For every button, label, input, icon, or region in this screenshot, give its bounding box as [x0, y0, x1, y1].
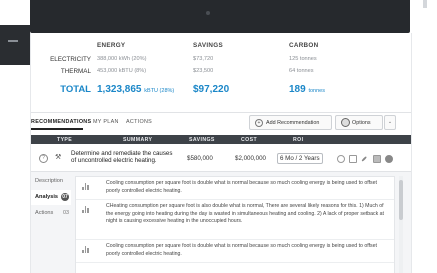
scrollbar-thumb[interactable] — [399, 180, 403, 220]
summary-divider — [31, 112, 411, 113]
delete-icon[interactable] — [385, 155, 393, 163]
total-carbon: 189 tonnes — [289, 84, 325, 95]
electricity-label: ELECTRICITY — [50, 56, 91, 63]
sidebar-item-label: Actions — [35, 210, 54, 216]
sidebar-item-analysis[interactable]: Analysis 07 — [31, 190, 71, 205]
energy-summary: ENERGY SAVINGS CARBON ELECTRICITY 388,00… — [31, 33, 411, 110]
analysis-text: CHeating consumption per square foot is … — [106, 203, 384, 225]
chevron-down-icon: ⌄ — [387, 119, 393, 125]
col-summary: SUMMARY — [123, 137, 153, 143]
list-item: CHeating consumption per square foot is … — [76, 200, 394, 240]
analysis-text: Cooling consumption per square foot is d… — [106, 243, 377, 257]
options-dropdown-button[interactable]: ⌄ — [384, 115, 396, 130]
tab-my-plan[interactable]: MY PLAN — [93, 119, 119, 125]
thermal-carbon: 64 tonnes — [289, 68, 314, 74]
row-summary: Determine and remediate the causes of un… — [71, 150, 173, 165]
app-screen: ENERGY SAVINGS CARBON ELECTRICITY 388,00… — [30, 33, 412, 273]
tab-recommendations[interactable]: RECOMMENDATIONS — [31, 119, 91, 125]
plus-icon: + — [255, 119, 263, 127]
wrench-icon: ⚒ — [55, 154, 62, 161]
sidebar-item-actions[interactable]: Actions 03 — [31, 206, 71, 221]
add-to-plan-icon[interactable] — [337, 155, 345, 163]
row-savings: $580,000 — [187, 155, 213, 162]
total-label: TOTAL — [60, 84, 91, 95]
device-bezel — [30, 0, 410, 33]
analysis-count-badge: 07 — [61, 193, 69, 201]
side-panel-edge — [0, 25, 30, 65]
recommendation-detail: Description Analysis 07 Actions 03 Cooli… — [31, 172, 411, 273]
camera-dot — [206, 11, 210, 15]
sidebar-item-label: Analysis — [35, 194, 59, 200]
row-roi: 6 Mo / 2 Years — [277, 153, 323, 164]
electricity-carbon: 125 tonnes — [289, 56, 317, 62]
sidebar-item-description[interactable]: Description — [31, 174, 71, 189]
detail-sidebar: Description Analysis 07 Actions 03 — [31, 172, 71, 273]
add-recommendation-button[interactable]: + Add Recommendation — [249, 115, 332, 130]
electricity-savings: $73,720 — [193, 56, 214, 62]
chart-icon — [82, 246, 89, 253]
chart-icon — [82, 183, 89, 190]
total-carbon-value: 189 — [289, 84, 306, 95]
actions-count-badge: 03 — [63, 210, 69, 216]
copy-icon[interactable] — [349, 155, 357, 163]
edge-fragment — [423, 0, 427, 8]
col-savings: SAVINGS — [189, 137, 215, 143]
chart-icon — [82, 206, 89, 213]
tab-bar: RECOMMENDATIONS MY PLAN ACTIONS + Add Re… — [31, 115, 411, 130]
side-panel-mark — [8, 40, 18, 42]
col-roi: ROI — [293, 137, 304, 143]
electricity-energy: 388,000 kWh (20%) — [97, 56, 147, 62]
table-row[interactable]: ? ⚒ Determine and remediate the causes o… — [31, 146, 411, 172]
thermal-label: THERMAL — [60, 68, 91, 75]
table-header: TYPE SUMMARY SAVINGS COST ROI — [31, 135, 411, 144]
add-recommendation-label: Add Recommendation — [266, 120, 320, 126]
list-item: Cooling consumption per square foot is d… — [76, 177, 394, 200]
col-cost: COST — [241, 137, 258, 143]
total-energy-value: 1,323,865 — [97, 84, 142, 95]
edit-icon[interactable] — [361, 156, 367, 162]
options-button[interactable]: Options — [335, 115, 383, 130]
list-item: Cooling consumption per square foot is d… — [76, 240, 394, 263]
sidebar-item-label: Description — [35, 178, 63, 184]
energy-header: ENERGY — [97, 42, 126, 49]
gear-icon — [341, 118, 350, 127]
total-energy-unit: kBTU (28%) — [144, 88, 175, 94]
total-energy: 1,323,865 kBTU (28%) — [97, 84, 174, 95]
options-label: Options — [352, 120, 371, 126]
row-cost: $2,000,000 — [235, 155, 266, 162]
total-savings: $97,220 — [193, 84, 230, 95]
carbon-header: CARBON — [289, 42, 319, 49]
tab-actions[interactable]: ACTIONS — [126, 119, 152, 125]
analysis-panel: Cooling consumption per square foot is d… — [75, 176, 395, 273]
panel-scrollbar[interactable] — [399, 176, 403, 273]
thermal-savings: $23,500 — [193, 68, 214, 74]
print-icon[interactable] — [373, 155, 381, 163]
thermal-energy: 453,000 kBTU (8%) — [97, 68, 147, 74]
total-carbon-unit: tonnes — [308, 88, 325, 94]
savings-header: SAVINGS — [193, 42, 223, 49]
col-type: TYPE — [57, 137, 73, 143]
active-tab-indicator — [31, 128, 83, 130]
analysis-text: Cooling consumption per square foot is d… — [106, 180, 377, 194]
info-icon[interactable]: ? — [39, 154, 48, 163]
